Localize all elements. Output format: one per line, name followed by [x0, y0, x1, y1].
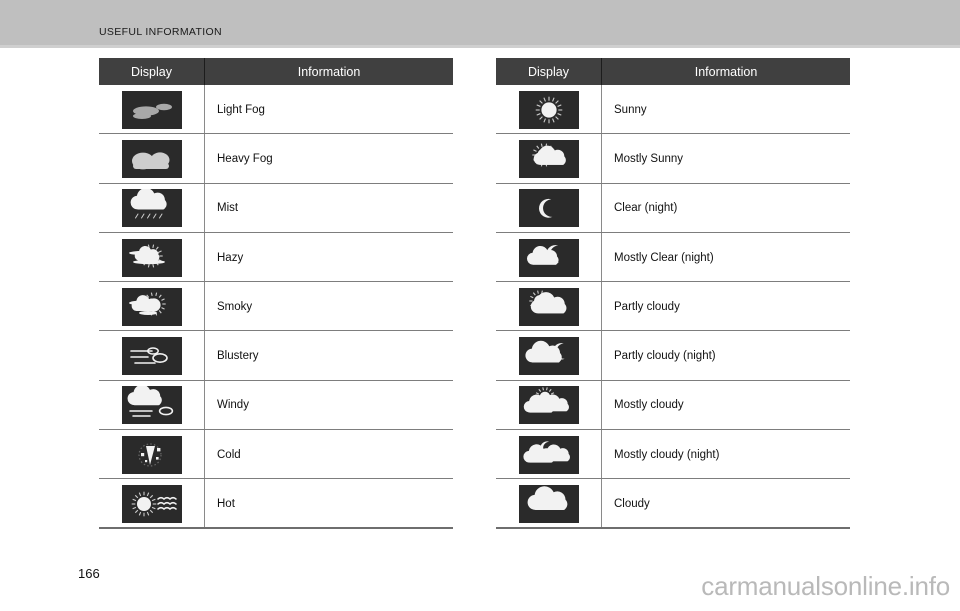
table-row: Windy: [99, 380, 453, 431]
cold-icon: [121, 435, 182, 474]
clear-night-icon: [518, 189, 579, 228]
table-row: Mist: [99, 183, 453, 234]
cell-display: [99, 134, 204, 183]
cell-information: Smoky: [204, 282, 453, 332]
table-body-left: Light Fog Heavy Fog Mist Hazy Smoky Blus…: [99, 85, 453, 529]
light-fog-icon: [121, 90, 182, 129]
column-header-information: Information: [204, 58, 453, 85]
cell-display: [496, 184, 601, 233]
partly-cloudy-icon: [518, 287, 579, 326]
table-row: Mostly cloudy: [496, 380, 850, 431]
cell-display: [496, 282, 601, 331]
cell-display: [99, 479, 204, 528]
cell-information: Blustery: [204, 331, 453, 381]
mostly-clear-night-icon: [518, 238, 579, 277]
table-row: Cold: [99, 430, 453, 480]
cell-display: [99, 233, 204, 282]
page-title: USEFUL INFORMATION: [99, 26, 222, 38]
heavy-fog-icon: [121, 139, 182, 178]
site-watermark: carmanualsonline.info: [701, 571, 950, 601]
table-row: Mostly cloudy (night): [496, 430, 850, 480]
cell-display: [99, 381, 204, 430]
cell-information: Clear (night): [601, 183, 850, 233]
cell-display: [496, 134, 601, 183]
cell-information: Mostly cloudy (night): [601, 430, 850, 480]
smoky-icon: [121, 287, 182, 326]
cell-display: [99, 184, 204, 233]
cell-information: Windy: [204, 380, 453, 431]
cell-display: [99, 430, 204, 479]
windy-icon: [121, 386, 182, 425]
cell-information: Hot: [204, 479, 453, 529]
blustery-icon: [121, 337, 182, 376]
table-row: Hazy: [99, 232, 453, 283]
table-row: Partly cloudy: [496, 282, 850, 332]
mostly-cloudy-night-icon: [518, 435, 579, 474]
table-row: Blustery: [99, 331, 453, 382]
weather-display-table-right: Display Information Sunny Mostly Sunny Cl…: [496, 58, 850, 529]
table-row: Clear (night): [496, 183, 850, 234]
page-header-band-edge: [0, 45, 960, 48]
table-header-row-left: Display Information: [99, 58, 453, 85]
cell-information: Partly cloudy: [601, 282, 850, 332]
table-header-row-right: Display Information: [496, 58, 850, 85]
cell-display: [496, 85, 601, 134]
mostly-sunny-icon: [518, 139, 579, 178]
hot-icon: [121, 485, 182, 524]
cell-display: [99, 85, 204, 134]
cell-information: Hazy: [204, 232, 453, 283]
cell-display: [496, 331, 601, 380]
cell-information: Mostly Clear (night): [601, 232, 850, 283]
page-number: 166: [78, 566, 100, 581]
page-header-band: [0, 0, 960, 45]
cell-display: [496, 479, 601, 528]
cell-information: Mostly cloudy: [601, 380, 850, 431]
table-body-right: Sunny Mostly Sunny Clear (night) Mostly C…: [496, 85, 850, 529]
partly-cloudy-night-icon: [518, 337, 579, 376]
hazy-icon: [121, 238, 182, 277]
cell-display: [99, 331, 204, 380]
cell-display: [496, 381, 601, 430]
table-row: Smoky: [99, 282, 453, 332]
cell-display: [496, 233, 601, 282]
manual-page: USEFUL INFORMATION Display Information L…: [0, 0, 960, 611]
column-header-display: Display: [528, 64, 569, 79]
weather-display-table-left: Display Information Light Fog Heavy Fog …: [99, 58, 453, 529]
cell-information: Partly cloudy (night): [601, 331, 850, 381]
cell-information: Heavy Fog: [204, 134, 453, 184]
cell-information: Cold: [204, 430, 453, 480]
table-row: Mostly Sunny: [496, 134, 850, 184]
column-header-information: Information: [601, 58, 850, 85]
cell-display: [496, 430, 601, 479]
mist-icon: [121, 189, 182, 228]
table-row: Light Fog: [99, 85, 453, 135]
sunny-icon: [518, 90, 579, 129]
cell-information: Mostly Sunny: [601, 134, 850, 184]
cloudy-icon: [518, 485, 579, 524]
table-row: Hot: [99, 479, 453, 529]
cell-information: Sunny: [601, 85, 850, 135]
cell-information: Cloudy: [601, 479, 850, 529]
table-row: Sunny: [496, 85, 850, 135]
cell-information: Light Fog: [204, 85, 453, 135]
table-row: Heavy Fog: [99, 134, 453, 184]
cell-display: [99, 282, 204, 331]
cell-information: Mist: [204, 183, 453, 233]
table-row: Mostly Clear (night): [496, 232, 850, 283]
table-row: Partly cloudy (night): [496, 331, 850, 382]
column-header-display: Display: [131, 64, 172, 79]
table-row: Cloudy: [496, 479, 850, 529]
mostly-cloudy-icon: [518, 386, 579, 425]
